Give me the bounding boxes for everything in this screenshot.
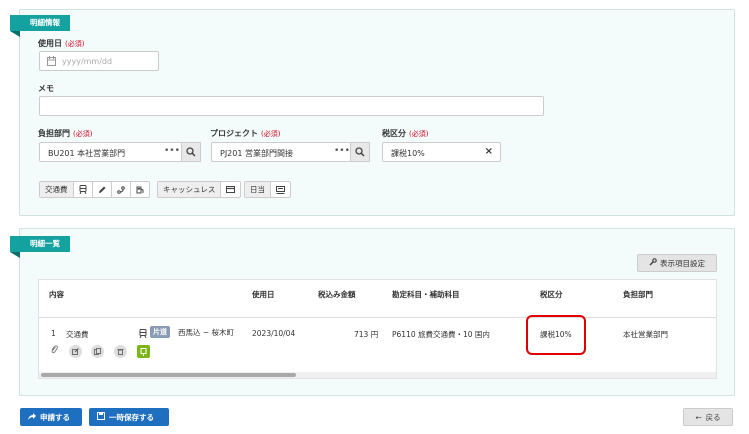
apply-button[interactable]: 申請する bbox=[20, 408, 82, 426]
column-header: 負担部門 bbox=[623, 290, 653, 299]
detail-list-panel: 明細一覧 表示項目設定 内容 使用日 税込み金額 勘定科目・補助科目 税区分 負… bbox=[10, 228, 735, 396]
train-icon bbox=[139, 329, 147, 340]
save-icon bbox=[97, 412, 105, 422]
department-value: BU201 本社営業部門 bbox=[48, 149, 126, 158]
cashless-label[interactable]: キャッシュレス bbox=[158, 182, 222, 197]
back-button[interactable]: ← 戻る bbox=[683, 408, 733, 426]
cashless-button-group: キャッシュレス bbox=[157, 181, 242, 198]
calendar-icon bbox=[47, 56, 56, 68]
row-department: 本社営業部門 bbox=[623, 330, 668, 339]
share-arrow-icon bbox=[28, 412, 36, 422]
fuel-icon[interactable] bbox=[131, 182, 149, 197]
usage-date-label: 使用日 (必須) bbox=[38, 39, 85, 48]
department-field[interactable]: BU201 本社営業部門 ••• bbox=[39, 142, 201, 162]
detail-list-ribbon: 明細一覧 bbox=[10, 236, 70, 258]
column-header: 使用日 bbox=[252, 290, 275, 299]
ellipsis-icon[interactable]: ••• bbox=[334, 146, 350, 156]
column-header: 税込み金額 bbox=[318, 290, 356, 299]
row-route: 西馬込 − 桜木町 bbox=[178, 328, 235, 337]
table-header: 内容 使用日 税込み金額 勘定科目・補助科目 税区分 負担部門 bbox=[39, 280, 716, 318]
usage-date-placeholder: yyyy/mm/dd bbox=[62, 57, 113, 66]
detail-table: 内容 使用日 税込み金額 勘定科目・補助科目 税区分 負担部門 1 交通費 片道… bbox=[38, 279, 717, 379]
tax-label: 税区分 (必須) bbox=[382, 129, 429, 138]
memo-label: メモ bbox=[38, 84, 54, 93]
search-icon bbox=[186, 147, 196, 157]
column-header: 内容 bbox=[49, 290, 64, 299]
detail-info-panel: 明細情報 使用日 (必須) yyyy/mm/dd メモ 負担部門 (必須) BU20… bbox=[10, 9, 735, 216]
one-way-badge: 片道 bbox=[150, 326, 170, 338]
column-header: 勘定科目・補助科目 bbox=[392, 290, 460, 299]
trash-icon bbox=[117, 349, 124, 355]
paperclip-icon[interactable] bbox=[50, 345, 58, 356]
horizontal-scrollbar-track[interactable] bbox=[39, 372, 716, 378]
copy-button[interactable] bbox=[91, 345, 104, 358]
project-field[interactable]: PJ201 営業部門間接 ••• bbox=[211, 142, 370, 162]
row-account: P6110 旅費交通費・10 国内 bbox=[392, 330, 490, 339]
copy-icon bbox=[94, 348, 101, 355]
row-number: 1 bbox=[51, 329, 56, 338]
row-tax: 課税10% bbox=[540, 330, 572, 339]
table-row[interactable]: 1 交通費 片道 西馬込 − 桜木町 2023/10/04 713 円 P611… bbox=[39, 315, 716, 368]
department-label: 負担部門 (必須) bbox=[38, 129, 93, 138]
pencil-icon[interactable] bbox=[93, 182, 112, 197]
tax-select[interactable]: 課税10% × bbox=[382, 142, 501, 162]
ellipsis-icon[interactable]: ••• bbox=[164, 146, 180, 156]
back-label: 戻る bbox=[705, 412, 721, 422]
credit-card-icon[interactable] bbox=[221, 182, 240, 197]
row-amount: 713 円 bbox=[354, 330, 379, 339]
temporary-save-label: 一時保存する bbox=[109, 412, 154, 422]
delete-button[interactable] bbox=[114, 345, 127, 358]
search-icon bbox=[355, 147, 365, 157]
column-header: 税区分 bbox=[540, 290, 563, 299]
wrench-icon bbox=[649, 258, 657, 268]
display-settings-label: 表示項目設定 bbox=[660, 258, 705, 268]
clear-icon[interactable]: × bbox=[485, 146, 493, 157]
detail-info-ribbon: 明細情報 bbox=[10, 15, 70, 37]
row-date: 2023/10/04 bbox=[252, 329, 296, 338]
department-search-button[interactable] bbox=[181, 142, 201, 162]
transport-label[interactable]: 交通費 bbox=[40, 182, 74, 197]
usage-date-field[interactable]: yyyy/mm/dd bbox=[39, 51, 159, 71]
arrow-left-icon: ← bbox=[695, 412, 702, 422]
receipt-flag-icon[interactable] bbox=[137, 345, 150, 358]
row-type: 交通費 bbox=[66, 330, 89, 339]
apply-label: 申請する bbox=[40, 412, 70, 422]
route-icon[interactable] bbox=[112, 182, 131, 197]
horizontal-scrollbar-thumb[interactable] bbox=[41, 373, 296, 377]
project-search-button[interactable] bbox=[350, 142, 370, 162]
train-icon[interactable] bbox=[74, 182, 93, 197]
daily-allowance-button-group: 日当 bbox=[244, 181, 291, 198]
edit-icon bbox=[72, 348, 79, 355]
tax-value: 課税10% bbox=[391, 149, 425, 158]
project-label: プロジェクト (必須) bbox=[210, 129, 281, 138]
transport-button-group: 交通費 bbox=[39, 181, 150, 198]
edit-button[interactable] bbox=[69, 345, 82, 358]
receipt-icon[interactable] bbox=[271, 182, 290, 197]
daily-label[interactable]: 日当 bbox=[245, 182, 271, 197]
memo-field[interactable] bbox=[39, 96, 544, 116]
display-settings-button[interactable]: 表示項目設定 bbox=[637, 254, 717, 272]
project-value: PJ201 営業部門間接 bbox=[220, 149, 293, 158]
temporary-save-button[interactable]: 一時保存する bbox=[89, 408, 169, 426]
